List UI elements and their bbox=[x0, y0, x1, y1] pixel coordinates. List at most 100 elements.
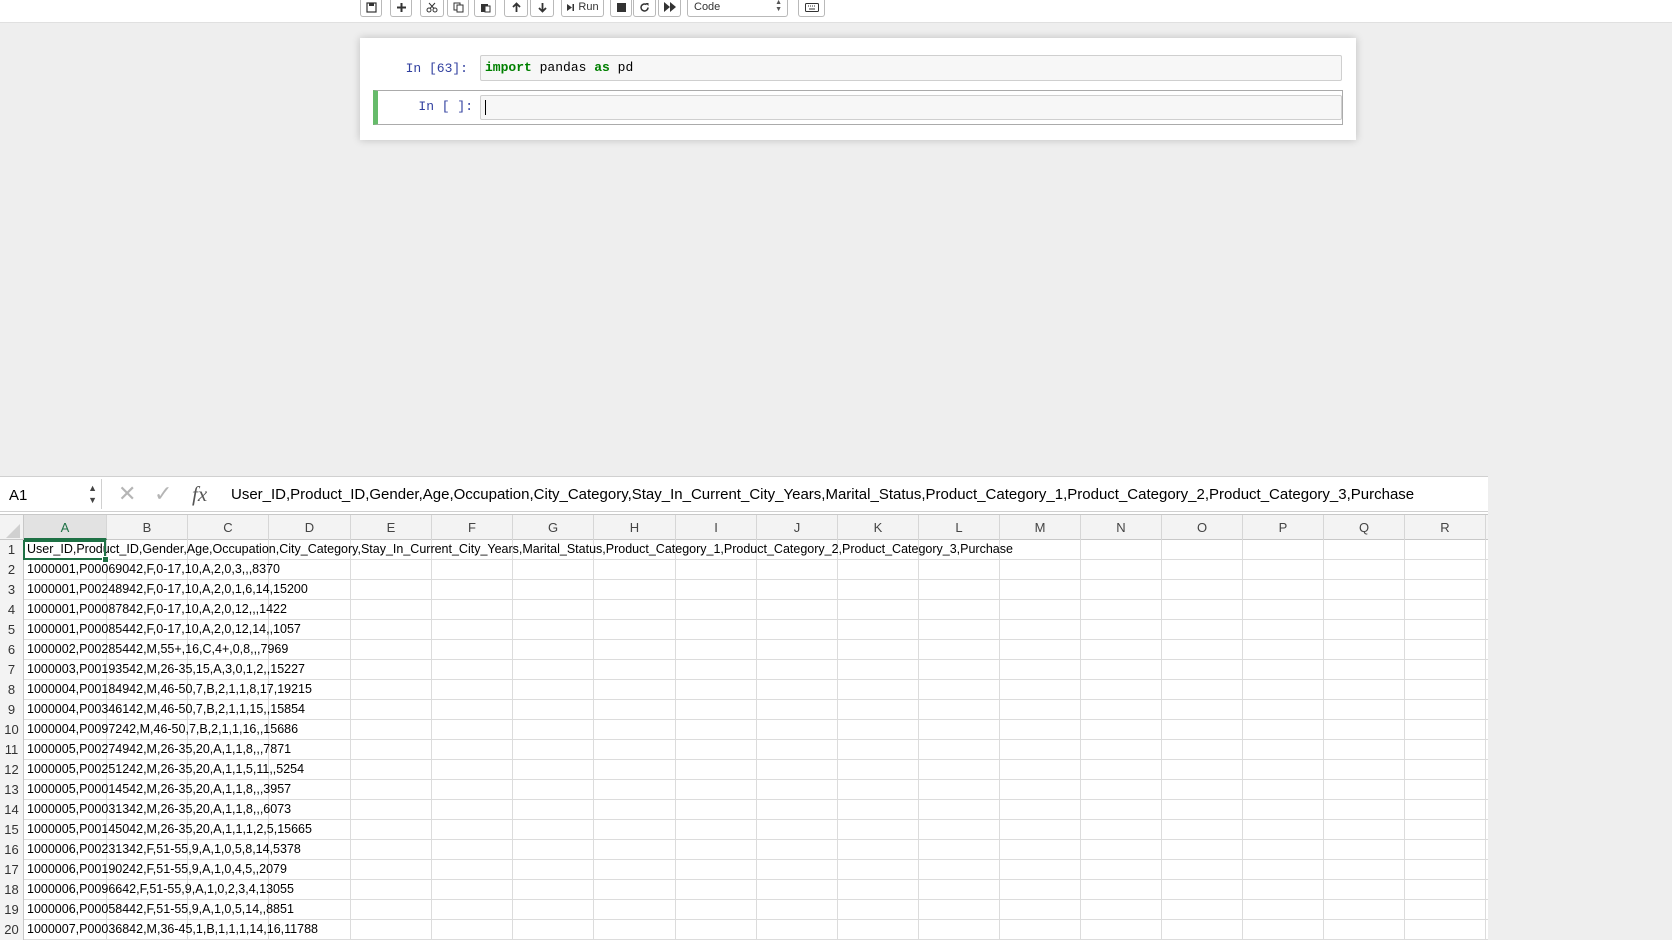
insert-cell-button[interactable] bbox=[390, 0, 412, 17]
cell-a-value[interactable]: 1000005,P00031342,M,26-35,20,A,1,1,8,,,6… bbox=[27, 802, 291, 816]
cell-a-value[interactable]: User_ID,Product_ID,Gender,Age,Occupation… bbox=[27, 542, 1013, 556]
column-header-q[interactable]: Q bbox=[1324, 515, 1405, 540]
column-header-e[interactable]: E bbox=[351, 515, 432, 540]
cell-a-value[interactable]: 1000005,P00274942,M,26-35,20,A,1,1,8,,,7… bbox=[27, 742, 291, 756]
run-label: Run bbox=[578, 1, 599, 13]
cell-a-value[interactable]: 1000007,P00036842,M,36-45,1,B,1,1,1,14,1… bbox=[27, 922, 318, 936]
keyboard-shortcuts-button[interactable] bbox=[798, 0, 825, 17]
row-header[interactable]: 12 bbox=[0, 760, 24, 780]
code-editor[interactable] bbox=[480, 95, 1342, 120]
row-header[interactable]: 11 bbox=[0, 740, 24, 760]
copy-button[interactable] bbox=[447, 0, 469, 17]
restart-button[interactable] bbox=[633, 0, 656, 17]
row-header[interactable]: 15 bbox=[0, 820, 24, 840]
column-header-g[interactable]: G bbox=[513, 515, 594, 540]
stop-button[interactable] bbox=[610, 0, 632, 17]
column-header-i[interactable]: I bbox=[676, 515, 757, 540]
code-editor[interactable]: import pandas as pd bbox=[480, 55, 1342, 81]
formula-input[interactable]: User_ID,Product_ID,Gender,Age,Occupation… bbox=[231, 486, 1414, 503]
move-down-button[interactable] bbox=[530, 0, 554, 17]
column-header-d[interactable]: D bbox=[269, 515, 351, 540]
code-keyword: as bbox=[594, 60, 610, 75]
cell-a-value[interactable]: 1000004,P00346142,M,46-50,7,B,2,1,1,15,,… bbox=[27, 702, 305, 716]
table-row: 5 1000001,P00085442,F,0-17,10,A,2,0,12,14… bbox=[0, 620, 1488, 640]
column-header-m[interactable]: M bbox=[1000, 515, 1081, 540]
column-header-l[interactable]: L bbox=[919, 515, 1000, 540]
column-header-h[interactable]: H bbox=[594, 515, 676, 540]
move-up-button[interactable] bbox=[504, 0, 528, 17]
column-header-p[interactable]: P bbox=[1243, 515, 1324, 540]
row-header[interactable]: 13 bbox=[0, 780, 24, 800]
row-header[interactable]: 7 bbox=[0, 660, 24, 680]
row-header[interactable]: 8 bbox=[0, 680, 24, 700]
column-header-c[interactable]: C bbox=[188, 515, 269, 540]
name-box[interactable]: A1 ▲ ▼ bbox=[0, 479, 102, 509]
cell-a-value[interactable]: 1000005,P00014542,M,26-35,20,A,1,1,8,,,3… bbox=[27, 782, 291, 796]
cell-a-value[interactable]: 1000006,P00190242,F,51-55,9,A,1,0,4,5,,2… bbox=[27, 862, 287, 876]
cut-button[interactable] bbox=[420, 0, 444, 17]
cell-a-value[interactable]: 1000003,P00193542,M,26-35,15,A,3,0,1,2,,… bbox=[27, 662, 305, 676]
cell-type-select[interactable]: Code ▲ ▼ bbox=[687, 0, 788, 17]
cell-a-value[interactable]: 1000006,P0096642,F,51-55,9,A,1,0,2,3,4,1… bbox=[27, 882, 294, 896]
input-prompt: In [63]: bbox=[405, 61, 468, 76]
code-cell[interactable]: In [63]: import pandas as pd bbox=[373, 55, 1343, 81]
code-text: pandas bbox=[531, 60, 595, 75]
column-header-f[interactable]: F bbox=[432, 515, 513, 540]
table-row: 12 1000005,P00251242,M,26-35,20,A,1,1,5,1… bbox=[0, 760, 1488, 780]
row-header[interactable]: 4 bbox=[0, 600, 24, 620]
cell-a-value[interactable]: 1000001,P00069042,F,0-17,10,A,2,0,3,,,83… bbox=[27, 562, 280, 576]
row-header[interactable]: 19 bbox=[0, 900, 24, 920]
cell-a-value[interactable]: 1000001,P00085442,F,0-17,10,A,2,0,12,14,… bbox=[27, 622, 301, 636]
row-header[interactable]: 18 bbox=[0, 880, 24, 900]
restart-run-all-button[interactable] bbox=[658, 0, 681, 17]
cell-a-value[interactable]: 1000004,P0097242,M,46-50,7,B,2,1,1,16,,1… bbox=[27, 722, 298, 736]
cell-a-value[interactable]: 1000006,P00231342,F,51-55,9,A,1,0,5,8,14… bbox=[27, 842, 301, 856]
code-keyword: import bbox=[485, 60, 532, 75]
selected-cell-outline bbox=[23, 540, 106, 560]
table-row: 7 1000003,P00193542,M,26-35,15,A,3,0,1,2,… bbox=[0, 660, 1488, 680]
cell-a-value[interactable]: 1000002,P00285442,M,55+,16,C,4+,0,8,,,79… bbox=[27, 642, 288, 656]
cancel-icon[interactable]: ✕ bbox=[118, 481, 136, 507]
column-header-n[interactable]: N bbox=[1081, 515, 1162, 540]
column-header-b[interactable]: B bbox=[107, 515, 188, 540]
row-header[interactable]: 6 bbox=[0, 640, 24, 660]
select-all-corner[interactable] bbox=[0, 515, 24, 541]
row-header[interactable]: 17 bbox=[0, 860, 24, 880]
column-header-a[interactable]: A bbox=[24, 515, 107, 540]
row-header[interactable]: 5 bbox=[0, 620, 24, 640]
confirm-icon[interactable]: ✓ bbox=[154, 481, 172, 507]
cell-a-value[interactable]: 1000006,P00058442,F,51-55,9,A,1,0,5,14,,… bbox=[27, 902, 294, 916]
row-header[interactable]: 2 bbox=[0, 560, 24, 580]
row-header[interactable]: 10 bbox=[0, 720, 24, 740]
column-header-o[interactable]: O bbox=[1162, 515, 1243, 540]
paste-button[interactable] bbox=[474, 0, 496, 17]
row-header[interactable]: 9 bbox=[0, 700, 24, 720]
table-row: 1 User_ID,Product_ID,Gender,Age,Occupatio… bbox=[0, 540, 1488, 560]
save-button[interactable] bbox=[360, 0, 382, 17]
fill-handle[interactable] bbox=[102, 556, 109, 563]
input-prompt: In [ ]: bbox=[418, 99, 473, 114]
plus-icon bbox=[396, 2, 406, 12]
paste-icon bbox=[480, 3, 490, 12]
column-header-r[interactable]: R bbox=[1405, 515, 1486, 540]
row-header[interactable]: 3 bbox=[0, 580, 24, 600]
table-row: 13 1000005,P00014542,M,26-35,20,A,1,1,8,,… bbox=[0, 780, 1488, 800]
table-row: 18 1000006,P0096642,F,51-55,9,A,1,0,2,3,4… bbox=[0, 880, 1488, 900]
cell-a-value[interactable]: 1000005,P00251242,M,26-35,20,A,1,1,5,11,… bbox=[27, 762, 304, 776]
run-button[interactable]: Run bbox=[561, 0, 604, 17]
name-box-stepper-icon[interactable]: ▲ ▼ bbox=[88, 482, 97, 506]
insert-function-icon[interactable]: fx bbox=[192, 482, 207, 507]
cell-a-value[interactable]: 1000001,P00248942,F,0-17,10,A,2,0,1,6,14… bbox=[27, 582, 308, 596]
row-header[interactable]: 16 bbox=[0, 840, 24, 860]
row-header[interactable]: 14 bbox=[0, 800, 24, 820]
cell-a-value[interactable]: 1000001,P00087842,F,0-17,10,A,2,0,12,,,1… bbox=[27, 602, 287, 616]
table-row: 20 1000007,P00036842,M,36-45,1,B,1,1,1,14… bbox=[0, 920, 1488, 940]
column-header-j[interactable]: J bbox=[757, 515, 838, 540]
cell-a-value[interactable]: 1000005,P00145042,M,26-35,20,A,1,1,1,2,5… bbox=[27, 822, 312, 836]
table-row: 11 1000005,P00274942,M,26-35,20,A,1,1,8,,… bbox=[0, 740, 1488, 760]
row-header[interactable]: 20 bbox=[0, 920, 24, 940]
code-cell-active[interactable]: In [ ]: bbox=[373, 90, 1343, 125]
cell-a-value[interactable]: 1000004,P00184942,M,46-50,7,B,2,1,1,8,17… bbox=[27, 682, 312, 696]
row-header[interactable]: 1 bbox=[0, 540, 24, 560]
column-header-k[interactable]: K bbox=[838, 515, 919, 540]
